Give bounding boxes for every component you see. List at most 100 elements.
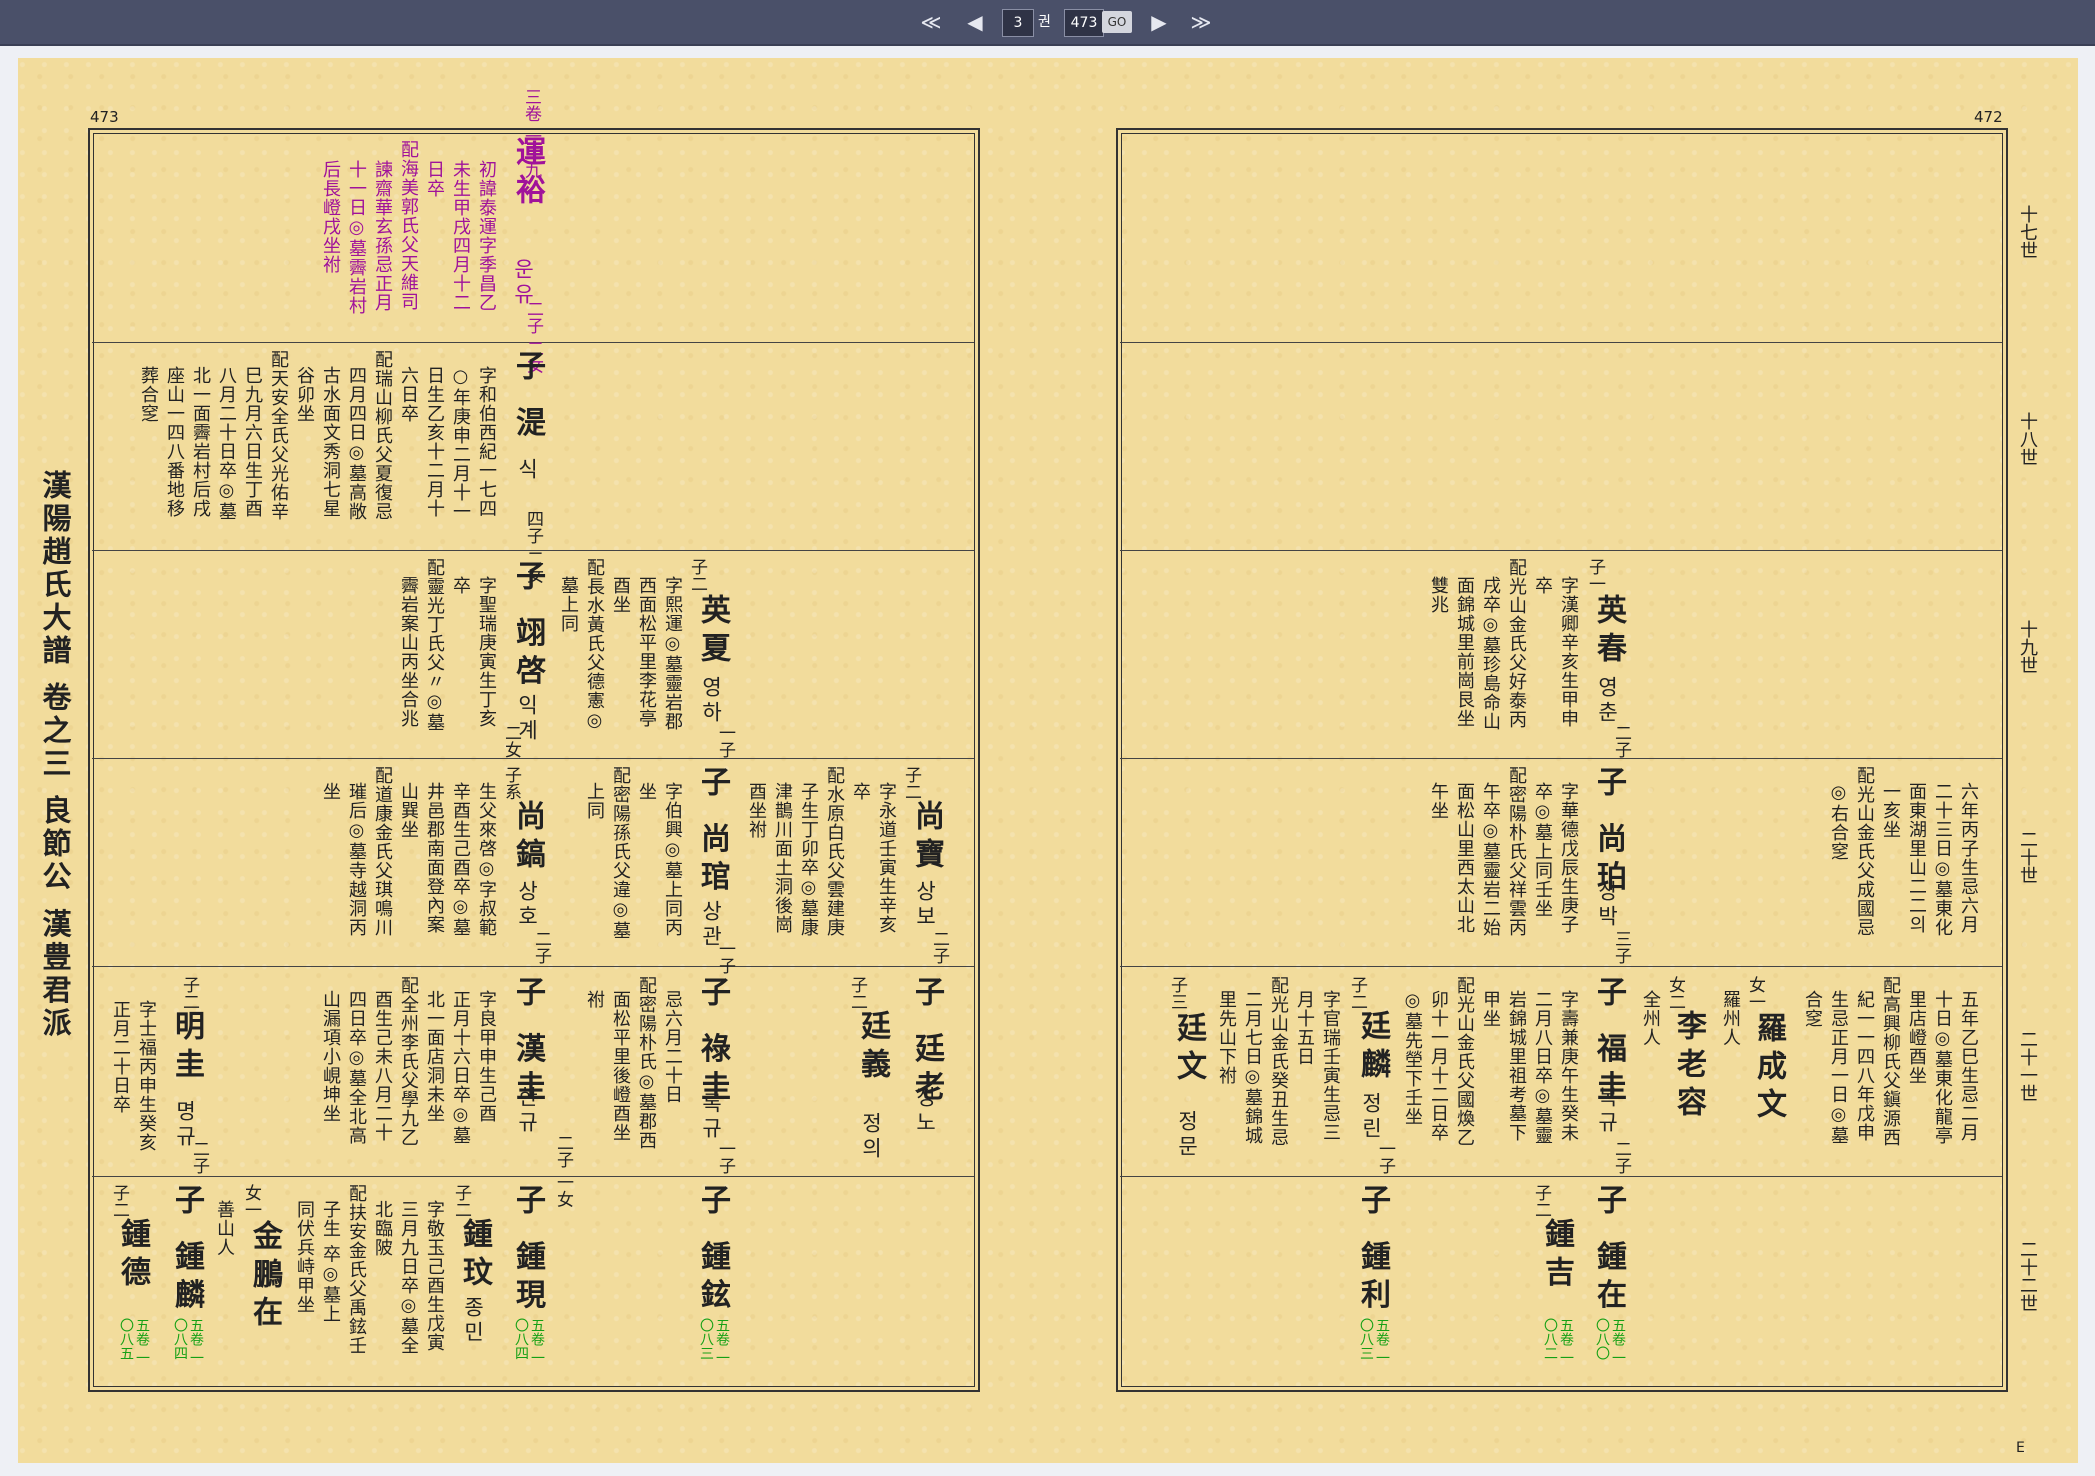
bio-line: 里先山下祔: [1216, 990, 1237, 1085]
volume-ref: 五卷 一〇八三: [698, 1318, 730, 1365]
bio-line: 字士福丙申生癸亥: [136, 1000, 157, 1152]
relation-tag: 女一: [1745, 976, 1765, 1010]
bio-line: 古水面文秀洞七星: [320, 366, 341, 518]
person-name: 子 鍾現: [510, 1184, 545, 1317]
person-name: 子 鍾在: [1591, 1184, 1626, 1317]
children-count: 一子: [715, 724, 735, 758]
bio-line: 四月四日◎墓高敞: [346, 366, 367, 521]
children-count: 二子 二女: [523, 300, 543, 374]
person-hangul: 정문: [1175, 1110, 1199, 1160]
bio-line: 配海美郭氏父天維司: [398, 140, 419, 311]
generation-label: 二十一世: [2017, 1030, 2038, 1102]
person-name: 鍾吉: [1539, 1218, 1574, 1294]
bio-line: 璀后◎墓寺越洞丙: [346, 782, 367, 937]
children-count: 二子: [1611, 724, 1631, 758]
volume-unit-label: 권: [1038, 14, 1051, 30]
bio-line: 戌卒◎墓珍島命山: [1480, 576, 1501, 731]
row-divider: [1120, 966, 2002, 967]
bio-line: 配扶安金氏父禹鉉壬: [346, 1184, 367, 1355]
bio-line: 配長水黃氏父德憲◎: [584, 558, 605, 732]
person-hangul: 한규: [515, 1086, 539, 1136]
bio-line: 面錦城里前崗艮坐: [1454, 576, 1475, 728]
bio-line: 字官瑞壬寅生忌三: [1320, 990, 1341, 1142]
bio-line: 配光山金氏父好泰丙: [1506, 558, 1527, 729]
last-page-button[interactable]: ≫: [1184, 9, 1218, 35]
page-input[interactable]: 473: [1064, 9, 1104, 37]
volume-ref: 五卷 一〇八五: [118, 1318, 150, 1365]
bio-line: 六日卒: [398, 366, 419, 423]
person-name: 子 湜: [510, 350, 545, 445]
generation-label: 十七世: [2017, 205, 2038, 259]
bio-line: 配密陽朴氏◎墓郡西: [636, 976, 657, 1150]
bio-line: 北一面店洞未坐: [424, 990, 445, 1123]
bio-line: 配道康金氏父琪鳴川: [372, 766, 393, 937]
bio-line: 四日卒◎墓全北高: [346, 990, 367, 1145]
volume-ref: 五卷 一〇八〇: [1594, 1318, 1626, 1365]
bio-line: 字和伯西紀一七四: [476, 366, 497, 518]
bio-line: 配瑞山柳氏父夏復忌: [372, 350, 393, 521]
person-name: 李老容: [1671, 1010, 1706, 1124]
bio-line: 祔: [584, 990, 605, 1009]
bio-line: 山漏項小峴坤坐: [320, 990, 341, 1123]
go-button[interactable]: GO: [1102, 11, 1132, 33]
bio-line: 配密陽孫氏父違◎墓: [610, 766, 631, 940]
person-hangul: 정노: [913, 1086, 937, 1136]
bio-line: 卒: [450, 576, 471, 595]
bio-line: 字熙運◎墓靈岩郡: [662, 576, 683, 731]
bio-line: 面東湖里山二二의: [1906, 782, 1927, 934]
person-hangul: 상박: [1595, 880, 1619, 930]
relation-tag: 女二: [1665, 976, 1685, 1010]
bio-line: 面松山里西太山北: [1454, 782, 1475, 934]
bio-line: ○年庚申二月十一: [450, 366, 471, 521]
person-name: 英夏: [695, 594, 730, 670]
bio-line: 配水原白氏父雲建庚: [824, 766, 845, 937]
bio-line: 甲坐: [1480, 990, 1501, 1028]
bio-line: 配光山金氏癸丑生忌: [1268, 976, 1289, 1147]
bio-line: 辛酉生己酉卒◎墓: [450, 782, 471, 937]
bio-line: 五年乙巳生忌二月: [1958, 990, 1979, 1142]
bio-line: 日生乙亥十二月十: [424, 366, 445, 518]
person-name: 尚鎬: [510, 800, 545, 876]
relation-tag: 女一: [241, 1184, 261, 1218]
person-hangul: 종민: [461, 1296, 485, 1346]
person-name: 子 鍾麟: [169, 1184, 204, 1317]
bio-line: 配全州李氏父學九乙: [398, 976, 419, 1147]
person-name: 子 鍾鉉: [695, 1184, 730, 1317]
person-name: 廷義: [855, 1010, 890, 1086]
first-page-button[interactable]: ≪: [914, 9, 948, 35]
prev-page-button[interactable]: ◀: [958, 9, 992, 35]
person-hangul: 영춘: [1595, 676, 1619, 726]
corner-mark: E: [2016, 1440, 2025, 1456]
bio-line: 酉坐祔: [746, 782, 767, 839]
bio-line: 子生 卒◎墓上: [320, 1200, 341, 1324]
bio-line: 坐: [320, 782, 341, 801]
bio-line: 日卒: [424, 160, 445, 198]
row-divider: [1120, 758, 2002, 759]
bio-line: 配天安全氏父光佑辛: [268, 350, 289, 521]
generation-label: 二十世: [2017, 830, 2038, 884]
volume-input[interactable]: 3: [1002, 9, 1034, 37]
bio-line: 上同: [584, 782, 605, 820]
bio-line: 字華德戊辰生庚子: [1558, 782, 1579, 934]
person-name: 子 尚琯: [695, 766, 730, 899]
relation-tag: 子系: [501, 766, 521, 800]
relation-tag: 子二: [901, 766, 921, 800]
bio-line: 岩錦城里祖考墓下: [1506, 990, 1527, 1142]
bio-line: 紀一一四八年戊申: [1854, 990, 1875, 1142]
row-divider: [1120, 550, 2002, 551]
bio-line: 羅州人: [1720, 990, 1741, 1047]
person-hangul: 정린: [1359, 1092, 1383, 1142]
bio-line: 初諱泰運字季昌乙: [476, 160, 497, 312]
bio-line: ◎墓先塋下壬坐: [1402, 990, 1423, 1126]
generation-label: 二十二世: [2017, 1240, 2038, 1312]
bio-line: 八月二十日卒◎墓: [216, 366, 237, 521]
bio-line: 忌六月二十日: [662, 990, 683, 1104]
children-count: 一子: [715, 940, 735, 974]
person-hangul: 록규: [699, 1092, 723, 1142]
bio-line: 霽岩案山丙坐合兆: [398, 576, 419, 728]
relation-tag: 子二: [1531, 1184, 1551, 1218]
person-name: 羅成文: [1751, 1012, 1786, 1126]
children-count: 二子: [531, 930, 551, 964]
person-name: 廷麟: [1355, 1010, 1390, 1086]
next-page-button[interactable]: ▶: [1142, 9, 1176, 35]
